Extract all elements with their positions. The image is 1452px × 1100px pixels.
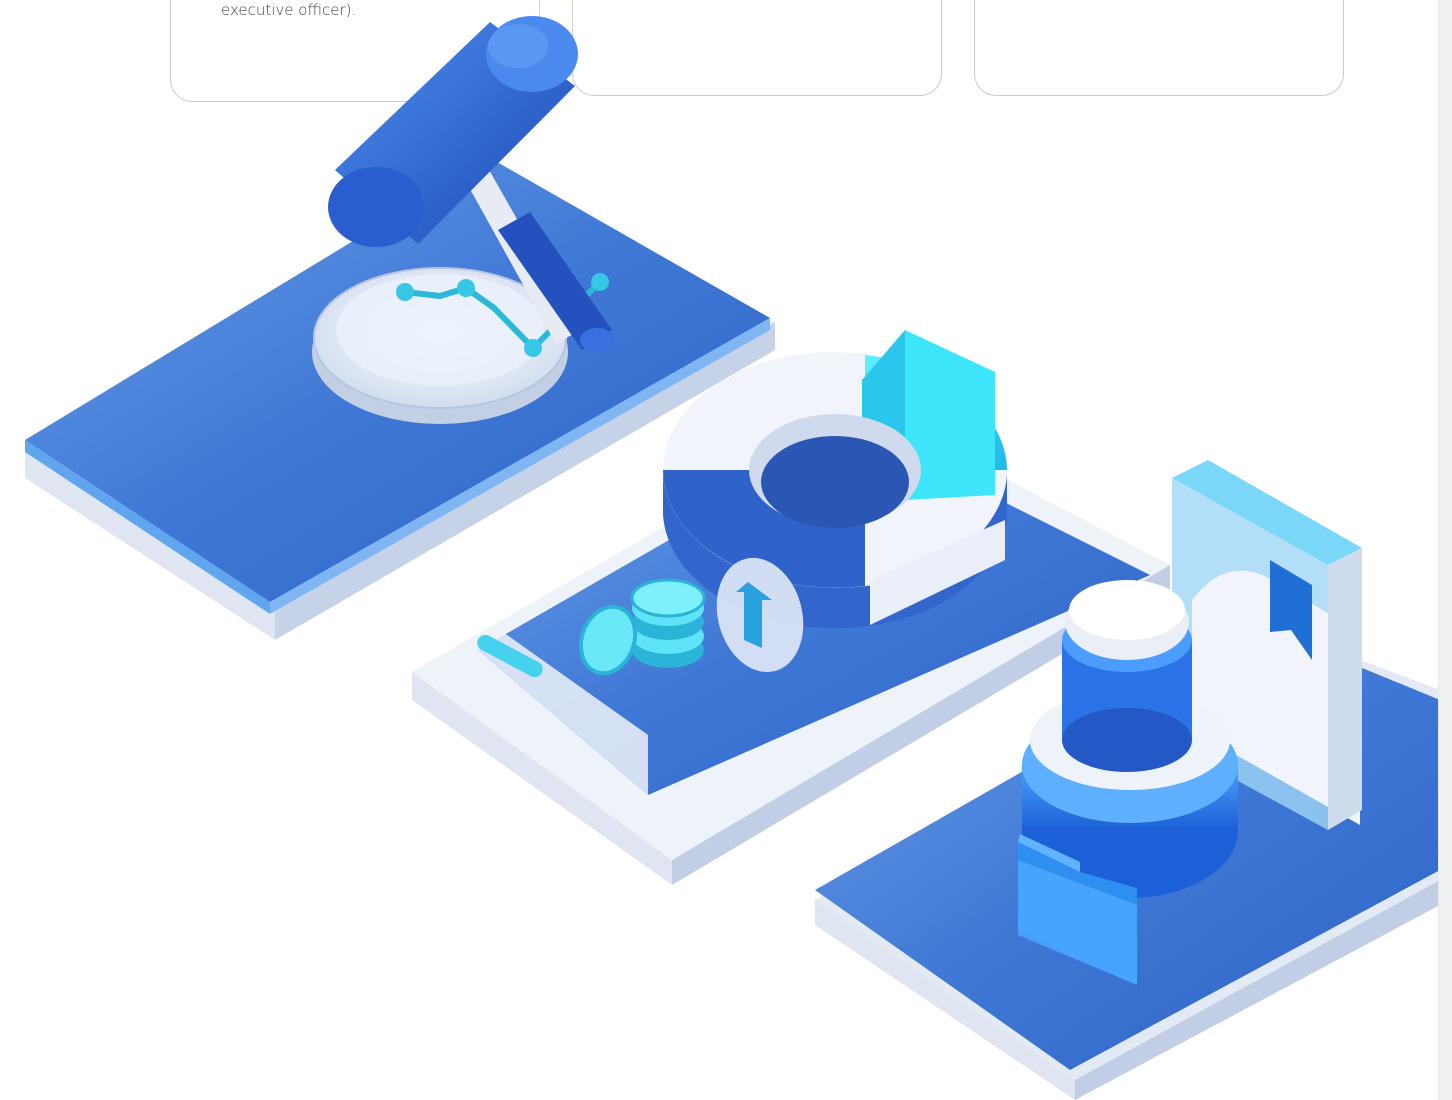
hero-illustration <box>25 16 1440 1100</box>
vertical-scrollbar[interactable] <box>1438 0 1452 1100</box>
